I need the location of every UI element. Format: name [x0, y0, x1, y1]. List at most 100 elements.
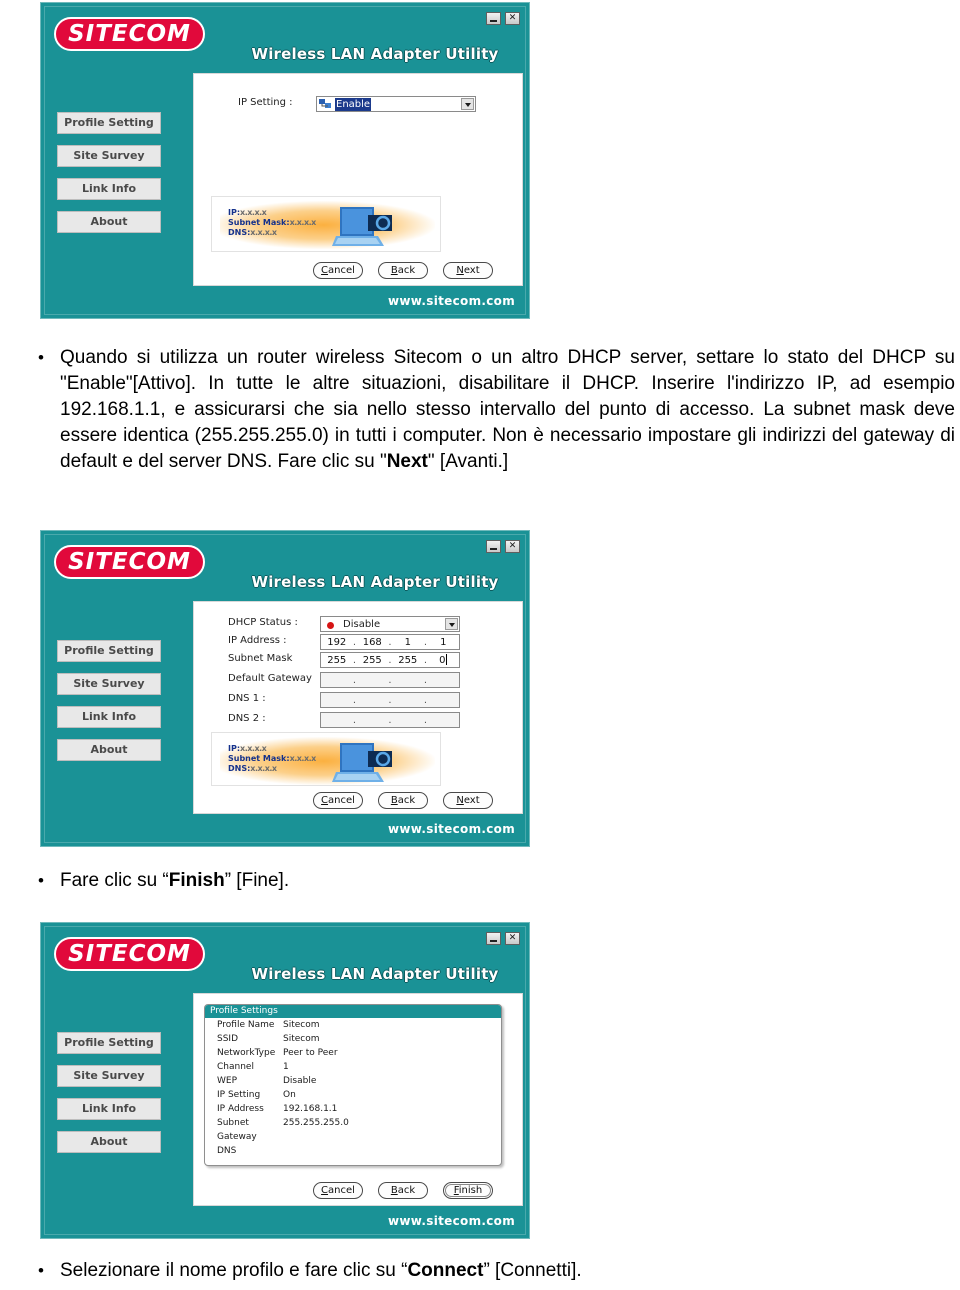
ip-setting-value: Enable [335, 98, 372, 111]
chevron-down-icon[interactable] [461, 98, 474, 110]
sidebar-item-about[interactable]: About [57, 1131, 161, 1153]
subnet-octet-1[interactable]: 255 [321, 655, 353, 666]
profile-row-ip-address: IP Address 192.168.1.1 [217, 1104, 338, 1114]
sidebar-item-site-survey[interactable]: Site Survey [57, 1065, 161, 1087]
sidebar-item-site-survey[interactable]: Site Survey [57, 145, 161, 167]
minimize-button[interactable] [486, 540, 501, 553]
subnet-octet-2[interactable]: 255 [357, 655, 389, 666]
laptop-icon [332, 207, 392, 246]
dhcp-status-label: DHCP Status : [228, 617, 298, 628]
next-button[interactable]: Next [443, 262, 493, 279]
red-dot-icon [327, 622, 334, 629]
subnet-mask-row: Subnet Mask 255. 255. 255. 0 [228, 652, 508, 668]
sidebar-item-link-info[interactable]: Link Info [57, 1098, 161, 1120]
sidebar-item-profile-setting[interactable]: Profile Setting [57, 112, 161, 134]
sidebar-item-link-info[interactable]: Link Info [57, 706, 161, 728]
paragraph-text-3a: Selezionare il nome profilo e fare clic … [60, 1260, 408, 1281]
ip-setting-label: IP Setting : [238, 97, 293, 108]
window-inner-frame: ✕ SITECOM Wireless LAN Adapter Utility P… [44, 926, 526, 1235]
ip-octet-1[interactable]: 192 [321, 637, 353, 648]
subnet-octet-4[interactable]: 0 [428, 654, 460, 666]
sidebar-item-about[interactable]: About [57, 211, 161, 233]
content-panel: DHCP Status : Disable IP Address : 192. … [193, 601, 523, 814]
ip-setting-row: IP Setting : Enable [238, 96, 488, 112]
paragraph-text-1c: " [Avanti.] [427, 451, 509, 472]
subnet-octet-3[interactable]: 255 [392, 655, 424, 666]
default-gateway-label: Default Gateway [228, 673, 312, 684]
dns1-row: DNS 1 : . . . [228, 692, 508, 708]
ip-octet-3[interactable]: 1 [392, 637, 424, 648]
ip-setting-select[interactable]: Enable [316, 96, 476, 112]
paragraph-finish-instruction: • Fare clic su “Finish” [Fine]. [38, 868, 560, 894]
page-title: Wireless LAN Adapter Utility [251, 965, 499, 983]
ip-address-label: IP Address : [228, 635, 287, 646]
sitecom-logo: SITECOM [54, 545, 205, 579]
paragraph-text-2a: Fare clic su “ [60, 870, 169, 891]
profile-row-ip-setting: IP Setting On [217, 1090, 296, 1100]
dns1-input[interactable]: . . . [320, 692, 460, 708]
next-button[interactable]: Next [443, 792, 493, 809]
sitecom-logo: SITECOM [54, 937, 205, 971]
paragraph-emph-finish: Finish [168, 870, 225, 891]
close-icon[interactable]: ✕ [505, 540, 520, 553]
back-button[interactable]: Back [378, 792, 428, 809]
window-inner-frame: ✕ SITECOM Wireless LAN Adapter Utility P… [44, 6, 526, 315]
dhcp-status-select[interactable]: Disable [320, 616, 460, 632]
sidebar-item-site-survey[interactable]: Site Survey [57, 673, 161, 695]
default-gateway-row: Default Gateway . . . [228, 672, 508, 688]
illustration-text: IP:x.x.x.x Subnet Mask:x.x.x.x DNS:x.x.x… [228, 208, 316, 237]
back-button[interactable]: Back [378, 1182, 428, 1199]
network-illustration: IP:x.x.x.x Subnet Mask:x.x.x.x DNS:x.x.x… [211, 196, 441, 252]
paragraph-dhcp-instructions: • Quando si utilizza un router wireless … [38, 345, 955, 475]
close-icon[interactable]: ✕ [505, 12, 520, 25]
sidebar-item-link-info[interactable]: Link Info [57, 178, 161, 200]
default-gateway-input[interactable]: . . . [320, 672, 460, 688]
sidebar: Profile Setting Site Survey Link Info Ab… [57, 640, 161, 772]
app-window-profile-summary: ✕ SITECOM Wireless LAN Adapter Utility P… [40, 922, 530, 1239]
page-title: Wireless LAN Adapter Utility [251, 45, 499, 63]
bullet-icon: • [38, 348, 44, 367]
dns2-row: DNS 2 : . . . [228, 712, 508, 728]
profile-row-subnet: Subnet 255.255.255.0 [217, 1118, 349, 1128]
text-caret [446, 654, 448, 665]
chevron-down-icon[interactable] [445, 618, 458, 630]
minimize-button[interactable] [486, 932, 501, 945]
dns2-input[interactable]: . . . [320, 712, 460, 728]
sidebar-item-about[interactable]: About [57, 739, 161, 761]
ip-address-input[interactable]: 192. 168. 1. 1 [320, 634, 460, 650]
close-icon[interactable]: ✕ [505, 932, 520, 945]
ip-address-row: IP Address : 192. 168. 1. 1 [228, 634, 508, 650]
sidebar-item-profile-setting[interactable]: Profile Setting [57, 1032, 161, 1054]
profile-settings-panel: Profile Settings Profile Name Sitecom SSI… [204, 1004, 502, 1166]
cancel-button[interactable]: Cancel [313, 792, 363, 809]
footer-url: www.sitecom.com [388, 1214, 515, 1228]
content-panel: IP Setting : Enable IP:x.x.x.x Subnet Ma… [193, 73, 523, 286]
dns1-label: DNS 1 : [228, 693, 266, 704]
ip-octet-4[interactable]: 1 [428, 637, 460, 648]
profile-row-ssid: SSID Sitecom [217, 1034, 320, 1044]
bullet-icon: • [38, 871, 44, 890]
bullet-icon: • [38, 1261, 44, 1280]
sidebar-item-profile-setting[interactable]: Profile Setting [57, 640, 161, 662]
subnet-mask-label: Subnet Mask [228, 653, 293, 664]
cancel-button[interactable]: Cancel [313, 262, 363, 279]
app-window-ip-setting: ✕ SITECOM Wireless LAN Adapter Utility P… [40, 2, 530, 319]
profile-row-network-type: NetworkType Peer to Peer [217, 1048, 338, 1058]
paragraph-text-3c: ” [Connetti]. [483, 1260, 582, 1281]
profile-row-gateway: Gateway [217, 1132, 257, 1142]
network-adapter-icon [319, 99, 331, 108]
cancel-button[interactable]: Cancel [313, 1182, 363, 1199]
content-panel: Profile Settings Profile Name Sitecom SSI… [193, 993, 523, 1206]
ip-octet-2[interactable]: 168 [357, 637, 389, 648]
finish-button[interactable]: Finish [443, 1182, 493, 1199]
sidebar: Profile Setting Site Survey Link Info Ab… [57, 1032, 161, 1164]
subnet-mask-input[interactable]: 255. 255. 255. 0 [320, 652, 460, 668]
minimize-button[interactable] [486, 12, 501, 25]
page-title: Wireless LAN Adapter Utility [251, 573, 499, 591]
profile-settings-title: Profile Settings [205, 1005, 501, 1018]
back-button[interactable]: Back [378, 262, 428, 279]
sitecom-logo: SITECOM [54, 17, 205, 51]
dns2-label: DNS 2 : [228, 713, 266, 724]
dhcp-status-value: Disable [343, 619, 381, 630]
dhcp-status-row: DHCP Status : Disable [228, 616, 508, 632]
